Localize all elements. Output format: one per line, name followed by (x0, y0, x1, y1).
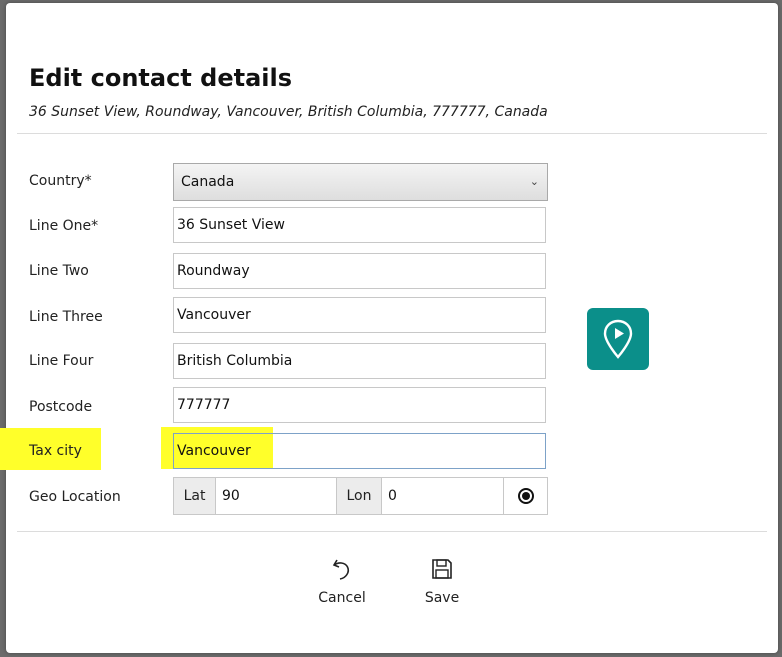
target-icon (517, 488, 534, 504)
lat-input[interactable]: 90 (216, 478, 337, 514)
line-four-label: Line Four (29, 353, 94, 369)
tax-city-input[interactable] (173, 433, 546, 469)
line-four-input[interactable] (173, 343, 546, 379)
map-pin-play-icon (603, 319, 633, 359)
geo-location-label: Geo Location (29, 489, 121, 505)
floppy-disk-icon (432, 559, 452, 579)
cancel-label: Cancel (318, 590, 366, 606)
locate-button[interactable] (504, 478, 547, 514)
line-two-input[interactable] (173, 253, 546, 289)
country-label: Country* (29, 173, 92, 189)
lat-addon: Lat (174, 478, 216, 514)
geo-location-group: Lat 90 Lon 0 (173, 477, 548, 515)
lon-addon: Lon (337, 478, 382, 514)
postcode-input[interactable] (173, 387, 546, 423)
map-button[interactable] (587, 308, 649, 370)
save-label: Save (424, 590, 460, 606)
line-one-input[interactable] (173, 207, 546, 243)
chevron-down-icon: ⌄ (529, 175, 539, 188)
dialog-title: Edit contact details (29, 64, 293, 92)
tax-city-label: Tax city (29, 443, 82, 459)
country-select-value: Canada (181, 174, 235, 190)
cancel-button[interactable]: Cancel (312, 556, 372, 606)
line-two-label: Line Two (29, 263, 89, 279)
line-one-label: Line One* (29, 218, 99, 234)
save-button[interactable]: Save (412, 556, 472, 606)
footer-divider (17, 531, 767, 532)
undo-icon (332, 559, 350, 580)
line-three-input[interactable] (173, 297, 546, 333)
lon-input[interactable]: 0 (382, 478, 504, 514)
dialog-subtitle: 36 Sunset View, Roundway, Vancouver, Bri… (29, 104, 548, 120)
edit-contact-dialog: Edit contact details 36 Sunset View, Rou… (0, 3, 778, 653)
header-divider (17, 133, 767, 134)
country-select[interactable]: Canada ⌄ (173, 163, 548, 201)
postcode-label: Postcode (29, 399, 93, 415)
line-three-label: Line Three (29, 309, 103, 325)
